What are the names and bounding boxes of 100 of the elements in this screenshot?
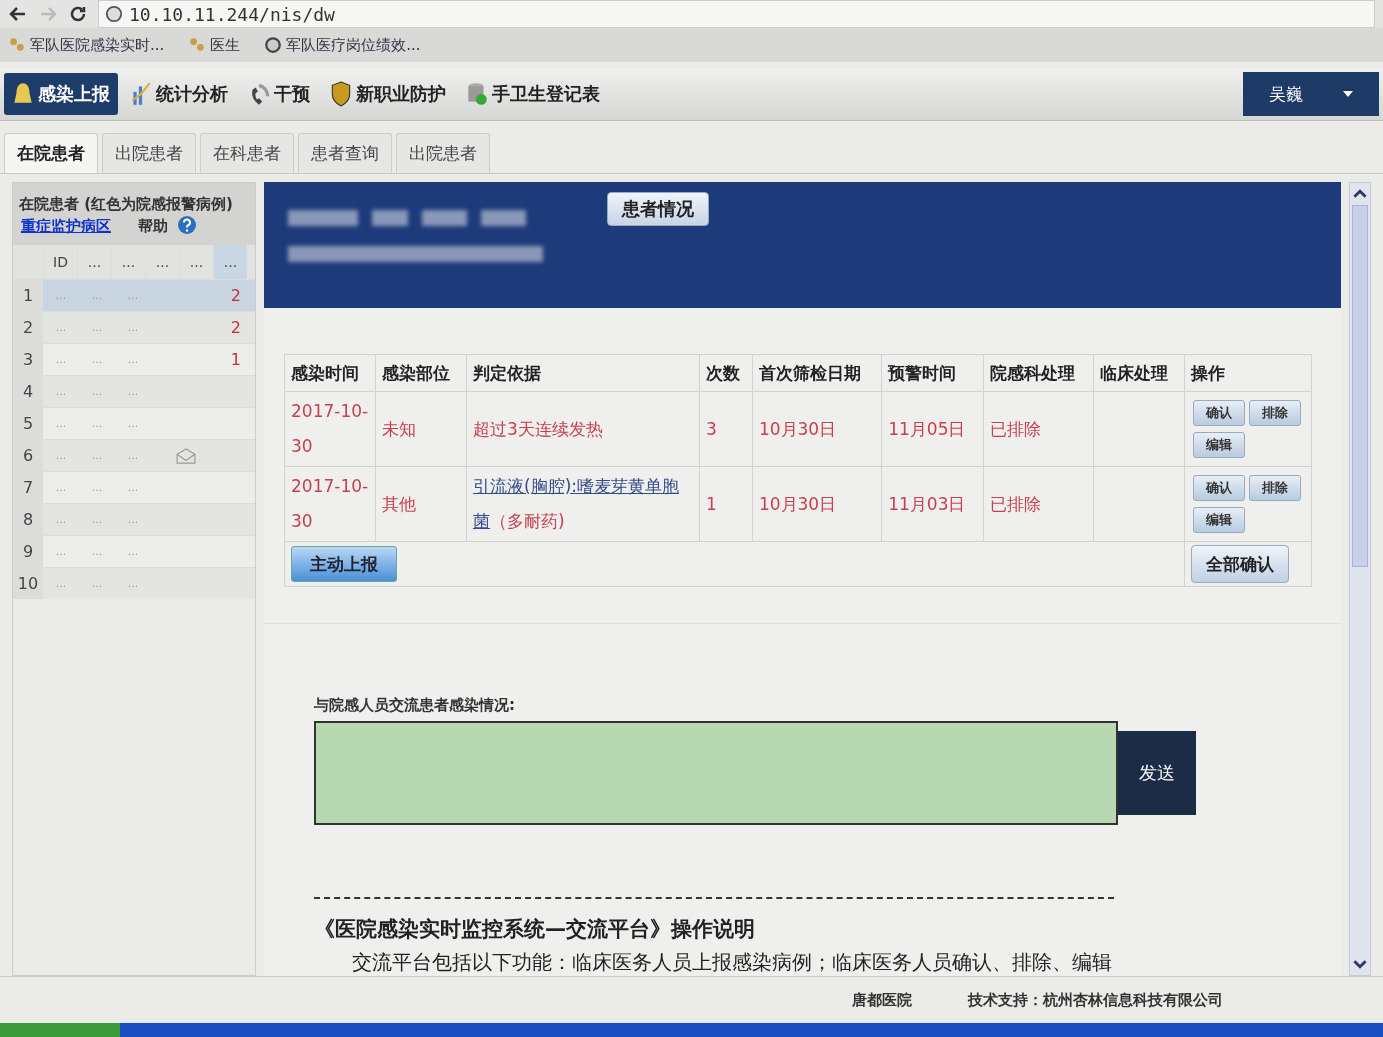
table-cell: 2017-10-30 <box>284 391 376 467</box>
tab[interactable]: 在科患者 <box>200 133 294 173</box>
row-number: 4 <box>13 376 43 407</box>
table-cell: 其他 <box>375 466 467 542</box>
action-button[interactable]: 编辑 <box>1193 432 1245 458</box>
patient-row[interactable]: 10 ... ... ... <box>13 567 255 599</box>
table-cell-text: ... <box>90 481 104 494</box>
alert-count: 1 <box>229 350 241 369</box>
patient-row[interactable]: 7 ... ... ... <box>13 471 255 503</box>
tab[interactable]: 在院患者 <box>4 133 98 173</box>
table-cell-text: ... <box>54 289 68 302</box>
table-cell-text: ... <box>90 385 104 398</box>
table-cell-text: ... <box>54 417 68 430</box>
user-menu[interactable]: 吴巍 <box>1243 72 1379 116</box>
table-cell-text: ... <box>90 545 104 558</box>
scroll-up-icon[interactable] <box>1353 187 1367 201</box>
table-cell: 2017-10-30 <box>284 466 376 542</box>
action-button[interactable]: 确认 <box>1193 400 1245 426</box>
nav-menu-item[interactable]: 新职业防护 <box>322 73 454 115</box>
hospital-name: 唐都医院 <box>852 990 912 1010</box>
table-cell-text: ... <box>126 353 140 366</box>
table-cell-text: ... <box>54 577 68 590</box>
column-header: 次数 <box>699 354 753 392</box>
redacted-text <box>288 210 358 226</box>
table-cell-text: ... <box>54 385 68 398</box>
bookmark-icon <box>8 36 26 54</box>
help-link[interactable]: 帮助 <box>138 217 169 235</box>
nav-menu-item[interactable]: 干预 <box>240 73 318 115</box>
table-cell-text: ... <box>90 513 104 526</box>
table-cell-text: ... <box>90 353 104 366</box>
action-button[interactable]: 排除 <box>1249 475 1301 501</box>
table-cell: 引流液(胸腔):嗜麦芽黄单胞菌（多耐药) <box>466 466 700 542</box>
bookmark-link[interactable]: 医生 <box>188 35 241 55</box>
redacted-text <box>422 210 467 226</box>
table-cell-text: ... <box>126 385 140 398</box>
patient-row[interactable]: 8 ... ... ... <box>13 503 255 535</box>
tab[interactable]: 出院患者 <box>102 133 196 173</box>
bookmark-link[interactable]: 军队医疗岗位绩效... <box>264 35 421 55</box>
table-cell: 未知 <box>375 391 467 467</box>
patient-row[interactable]: 2 ... ... ... 2 <box>13 311 255 343</box>
message-field[interactable] <box>314 721 1118 825</box>
help-icon[interactable] <box>177 215 198 235</box>
table-cell-text: ... <box>54 545 68 558</box>
bar-chart-icon <box>130 81 152 107</box>
column-header[interactable]: ... <box>213 245 247 279</box>
table-cell: 11月03日 <box>881 466 984 542</box>
table-cell-text: ... <box>126 321 140 334</box>
action-button[interactable]: 排除 <box>1249 400 1301 426</box>
scroll-down-icon[interactable] <box>1353 957 1367 971</box>
reload-icon[interactable] <box>68 4 88 24</box>
table-cell-text: ... <box>54 513 68 526</box>
column-header: 院感科处理 <box>983 354 1094 392</box>
report-button[interactable]: 主动上报 <box>291 546 397 582</box>
patient-row[interactable]: 3 ... ... ... 1 <box>13 343 255 375</box>
table-cell: 3 <box>699 391 753 467</box>
row-number: 3 <box>13 344 43 375</box>
table-cell-text: ... <box>126 417 140 430</box>
tab[interactable]: 患者查询 <box>298 133 392 173</box>
table-cell-text: ... <box>126 289 140 302</box>
patient-row[interactable]: 6 ... ... ... <box>13 439 255 471</box>
nav-menu-item[interactable]: 感染上报 <box>4 73 118 115</box>
column-header: 预警时间 <box>881 354 984 392</box>
column-header: 感染部位 <box>375 354 467 392</box>
instructions-title: 《医院感染实时监控系统—交流平台》操作说明 <box>314 916 756 943</box>
table-cell: 已排除 <box>983 391 1094 467</box>
table-cell-text: ... <box>126 545 140 558</box>
field-label: 与院感人员交流患者感染情况: <box>314 696 516 715</box>
table-cell-text: ... <box>90 449 104 462</box>
row-number: 8 <box>13 504 43 535</box>
nav-menu-item[interactable]: 统计分析 <box>122 73 236 115</box>
table-cell: 超过3天连续发热 <box>466 391 700 467</box>
redacted-text <box>372 210 408 226</box>
bookmark-link[interactable]: 军队医院感染实时... <box>8 35 165 55</box>
shield-icon <box>330 81 352 107</box>
table-cell-text: ... <box>126 513 140 526</box>
tab[interactable]: 出院患者 <box>396 133 490 173</box>
table-cell-text: ... <box>54 321 68 334</box>
patient-row[interactable]: 9 ... ... ... <box>13 535 255 567</box>
table-cell-text: ... <box>90 417 104 430</box>
ward-link[interactable]: 重症监护病区 <box>21 217 111 235</box>
column-header: 临床处理 <box>1093 354 1185 392</box>
patient-row[interactable]: 1 ... ... ... 2 <box>13 279 255 311</box>
table-cell: 10月30日 <box>752 466 882 542</box>
row-number: 9 <box>13 536 43 567</box>
send-button[interactable]: 发送 <box>1118 731 1196 815</box>
nav-menu-item[interactable]: 手卫生登记表 <box>458 73 608 115</box>
table-cell-text: ... <box>90 577 104 590</box>
table-cell-text: ... <box>54 353 68 366</box>
column-header: 感染时间 <box>284 354 376 392</box>
address-bar[interactable]: 10.10.11.244/nis/dw <box>98 0 1375 28</box>
patient-row[interactable]: 5 ... ... ... <box>13 407 255 439</box>
action-button[interactable]: 确认 <box>1193 475 1245 501</box>
patient-row[interactable]: 4 ... ... ... <box>13 375 255 407</box>
patient-info-button[interactable]: 患者情况 <box>607 192 709 226</box>
start-button[interactable] <box>0 1023 120 1037</box>
action-button[interactable]: 编辑 <box>1193 507 1245 533</box>
column-header: 首次筛检日期 <box>752 354 882 392</box>
alert-count: 2 <box>229 318 241 337</box>
table-cell-text: ... <box>54 481 68 494</box>
confirm-all-button[interactable]: 全部确认 <box>1191 545 1289 583</box>
